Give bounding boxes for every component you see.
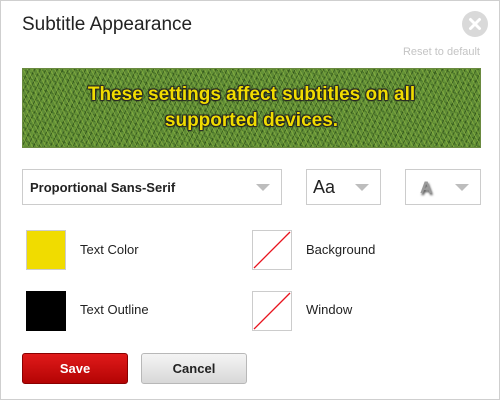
no-color-icon xyxy=(253,231,291,269)
subtitle-appearance-dialog: Subtitle Appearance Reset to default The… xyxy=(0,0,500,400)
window-color-swatch[interactable] xyxy=(252,291,292,331)
font-size-select[interactable]: Aa xyxy=(306,169,381,205)
text-shadow-select[interactable]: A xyxy=(405,169,481,205)
window-label: Window xyxy=(306,302,353,317)
cancel-button[interactable]: Cancel xyxy=(141,353,247,384)
close-button[interactable] xyxy=(462,11,488,37)
text-outline-swatch[interactable] xyxy=(26,291,66,331)
chevron-down-icon xyxy=(455,184,469,191)
chevron-down-icon xyxy=(355,184,369,191)
dialog-title: Subtitle Appearance xyxy=(22,14,193,35)
close-icon xyxy=(469,18,481,30)
background-label: Background xyxy=(306,242,376,257)
text-shadow-value: A xyxy=(420,178,433,197)
text-color-label: Text Color xyxy=(80,242,139,257)
no-color-icon xyxy=(253,292,291,330)
save-button[interactable]: Save xyxy=(22,353,128,384)
font-family-value: Proportional Sans-Serif xyxy=(30,180,176,195)
text-outline-label: Text Outline xyxy=(80,302,149,317)
chevron-down-icon xyxy=(256,184,270,191)
reset-to-default-link[interactable]: Reset to default xyxy=(403,46,480,58)
text-color-swatch[interactable] xyxy=(26,230,66,270)
font-size-value: Aa xyxy=(313,177,336,197)
font-family-select[interactable]: Proportional Sans-Serif xyxy=(22,169,282,205)
preview-text: These settings affect subtitles on all s… xyxy=(87,84,416,131)
subtitle-preview: These settings affect subtitles on all s… xyxy=(22,68,481,148)
background-color-swatch[interactable] xyxy=(252,230,292,270)
